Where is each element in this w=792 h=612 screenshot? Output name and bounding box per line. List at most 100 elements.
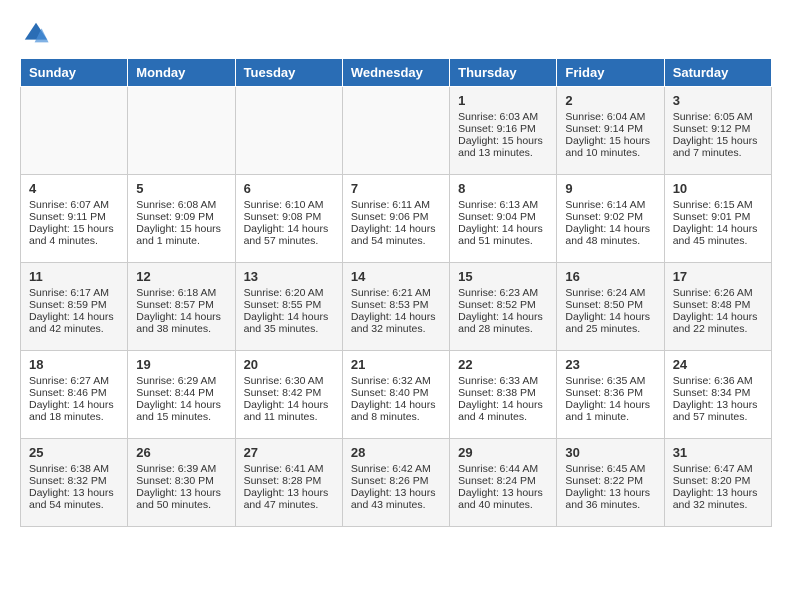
day-info: Sunset: 8:53 PM <box>351 299 441 311</box>
day-info: Daylight: 13 hours <box>458 487 548 499</box>
day-info: Daylight: 15 hours <box>29 223 119 235</box>
day-info: Daylight: 14 hours <box>673 223 763 235</box>
day-info: Sunrise: 6:18 AM <box>136 287 226 299</box>
day-info: Daylight: 14 hours <box>673 311 763 323</box>
day-info: Sunrise: 6:04 AM <box>565 111 655 123</box>
day-number: 24 <box>673 357 763 372</box>
day-number: 22 <box>458 357 548 372</box>
day-number: 13 <box>244 269 334 284</box>
day-info: and 11 minutes. <box>244 411 334 423</box>
calendar-cell: 21Sunrise: 6:32 AMSunset: 8:40 PMDayligh… <box>342 351 449 439</box>
day-info: and 10 minutes. <box>565 147 655 159</box>
day-info: Sunset: 9:14 PM <box>565 123 655 135</box>
day-info: Daylight: 14 hours <box>351 311 441 323</box>
day-info: Sunrise: 6:36 AM <box>673 375 763 387</box>
day-info: Sunset: 8:32 PM <box>29 475 119 487</box>
day-info: Sunset: 8:38 PM <box>458 387 548 399</box>
day-info: and 35 minutes. <box>244 323 334 335</box>
calendar-cell: 24Sunrise: 6:36 AMSunset: 8:34 PMDayligh… <box>664 351 771 439</box>
day-info: Sunset: 8:42 PM <box>244 387 334 399</box>
day-info: Sunrise: 6:17 AM <box>29 287 119 299</box>
calendar-cell <box>342 87 449 175</box>
day-info: Sunrise: 6:29 AM <box>136 375 226 387</box>
day-info: Daylight: 14 hours <box>565 399 655 411</box>
day-info: Sunset: 8:22 PM <box>565 475 655 487</box>
calendar-cell: 29Sunrise: 6:44 AMSunset: 8:24 PMDayligh… <box>450 439 557 527</box>
day-number: 3 <box>673 93 763 108</box>
day-info: Sunset: 9:06 PM <box>351 211 441 223</box>
week-row-2: 4Sunrise: 6:07 AMSunset: 9:11 PMDaylight… <box>21 175 772 263</box>
day-info: Daylight: 14 hours <box>29 399 119 411</box>
day-info: Sunrise: 6:10 AM <box>244 199 334 211</box>
day-info: Sunrise: 6:30 AM <box>244 375 334 387</box>
day-number: 14 <box>351 269 441 284</box>
calendar-cell: 28Sunrise: 6:42 AMSunset: 8:26 PMDayligh… <box>342 439 449 527</box>
day-number: 21 <box>351 357 441 372</box>
calendar-cell: 31Sunrise: 6:47 AMSunset: 8:20 PMDayligh… <box>664 439 771 527</box>
day-number: 18 <box>29 357 119 372</box>
week-row-1: 1Sunrise: 6:03 AMSunset: 9:16 PMDaylight… <box>21 87 772 175</box>
day-info: Sunset: 8:59 PM <box>29 299 119 311</box>
day-info: and 15 minutes. <box>136 411 226 423</box>
day-info: Daylight: 14 hours <box>458 399 548 411</box>
day-info: Sunrise: 6:33 AM <box>458 375 548 387</box>
day-number: 7 <box>351 181 441 196</box>
calendar-cell: 17Sunrise: 6:26 AMSunset: 8:48 PMDayligh… <box>664 263 771 351</box>
day-info: and 32 minutes. <box>673 499 763 511</box>
day-info: Sunset: 8:24 PM <box>458 475 548 487</box>
day-info: Daylight: 14 hours <box>244 223 334 235</box>
logo <box>20 20 50 48</box>
day-info: Daylight: 14 hours <box>136 399 226 411</box>
day-info: and 36 minutes. <box>565 499 655 511</box>
day-info: Sunrise: 6:03 AM <box>458 111 548 123</box>
day-info: Daylight: 15 hours <box>458 135 548 147</box>
day-info: Sunrise: 6:38 AM <box>29 463 119 475</box>
day-info: Sunset: 8:36 PM <box>565 387 655 399</box>
logo-icon <box>22 20 50 48</box>
calendar-cell: 8Sunrise: 6:13 AMSunset: 9:04 PMDaylight… <box>450 175 557 263</box>
day-info: Sunset: 8:44 PM <box>136 387 226 399</box>
day-info: Sunset: 8:55 PM <box>244 299 334 311</box>
calendar-cell: 10Sunrise: 6:15 AMSunset: 9:01 PMDayligh… <box>664 175 771 263</box>
day-info: Daylight: 15 hours <box>136 223 226 235</box>
day-number: 4 <box>29 181 119 196</box>
day-info: Sunset: 9:11 PM <box>29 211 119 223</box>
day-number: 17 <box>673 269 763 284</box>
calendar-cell: 14Sunrise: 6:21 AMSunset: 8:53 PMDayligh… <box>342 263 449 351</box>
calendar-cell: 20Sunrise: 6:30 AMSunset: 8:42 PMDayligh… <box>235 351 342 439</box>
header <box>20 20 772 48</box>
day-number: 27 <box>244 445 334 460</box>
day-info: Daylight: 14 hours <box>565 311 655 323</box>
day-number: 6 <box>244 181 334 196</box>
day-info: Daylight: 13 hours <box>565 487 655 499</box>
calendar-cell: 13Sunrise: 6:20 AMSunset: 8:55 PMDayligh… <box>235 263 342 351</box>
day-info: Sunrise: 6:15 AM <box>673 199 763 211</box>
day-info: and 18 minutes. <box>29 411 119 423</box>
day-info: Sunset: 8:48 PM <box>673 299 763 311</box>
day-info: Daylight: 14 hours <box>136 311 226 323</box>
day-info: and 47 minutes. <box>244 499 334 511</box>
calendar-cell <box>235 87 342 175</box>
day-info: and 28 minutes. <box>458 323 548 335</box>
day-info: and 25 minutes. <box>565 323 655 335</box>
day-info: Sunset: 8:30 PM <box>136 475 226 487</box>
calendar-cell: 1Sunrise: 6:03 AMSunset: 9:16 PMDaylight… <box>450 87 557 175</box>
header-row: SundayMondayTuesdayWednesdayThursdayFrid… <box>21 59 772 87</box>
day-info: and 43 minutes. <box>351 499 441 511</box>
header-day-wednesday: Wednesday <box>342 59 449 87</box>
day-info: Sunrise: 6:39 AM <box>136 463 226 475</box>
day-info: and 13 minutes. <box>458 147 548 159</box>
day-info: Sunset: 8:52 PM <box>458 299 548 311</box>
day-info: and 48 minutes. <box>565 235 655 247</box>
day-info: and 38 minutes. <box>136 323 226 335</box>
day-info: Daylight: 14 hours <box>244 399 334 411</box>
week-row-3: 11Sunrise: 6:17 AMSunset: 8:59 PMDayligh… <box>21 263 772 351</box>
day-info: Daylight: 14 hours <box>458 311 548 323</box>
week-row-5: 25Sunrise: 6:38 AMSunset: 8:32 PMDayligh… <box>21 439 772 527</box>
calendar-cell: 2Sunrise: 6:04 AMSunset: 9:14 PMDaylight… <box>557 87 664 175</box>
day-info: Sunrise: 6:14 AM <box>565 199 655 211</box>
day-info: Daylight: 14 hours <box>458 223 548 235</box>
header-day-monday: Monday <box>128 59 235 87</box>
day-number: 10 <box>673 181 763 196</box>
day-number: 5 <box>136 181 226 196</box>
